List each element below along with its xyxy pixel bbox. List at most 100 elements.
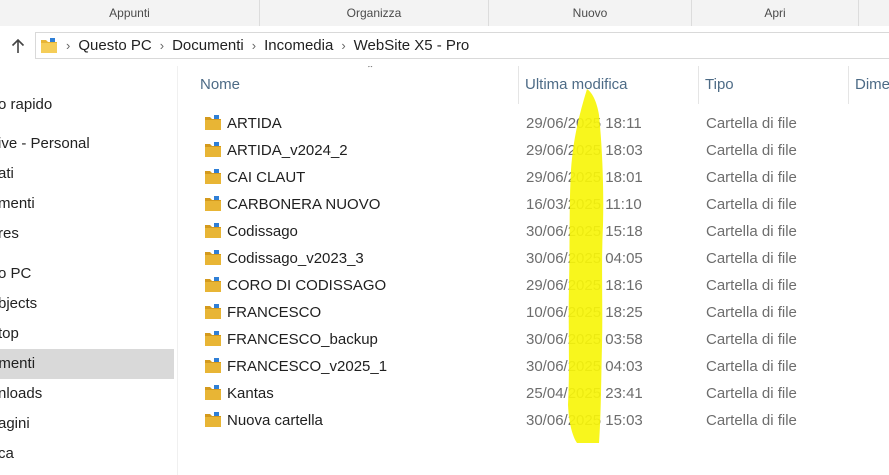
table-row[interactable]: Nuova cartella 30/06/2025 15:03 Cartella d… [177, 407, 889, 434]
breadcrumb-separator[interactable]: › [248, 38, 260, 53]
folder-icon [205, 142, 221, 157]
column-header-size[interactable]: Dime [849, 66, 889, 104]
breadcrumb-documenti[interactable]: Documenti [168, 37, 248, 54]
sidebar-item-accesso-rapido[interactable]: o rapido [0, 90, 174, 120]
ribbon-group-labels: Appunti Organizza Nuovo Apri [0, 0, 889, 27]
file-modified: 29/06/2025 18:11 [526, 115, 642, 132]
file-modified: 29/06/2025 18:01 [526, 169, 643, 186]
breadcrumb-separator[interactable]: › [337, 38, 349, 53]
sidebar-item-immagini[interactable]: agini [0, 409, 174, 439]
file-list: Nome ⌃ Ultima modifica Tipo Dime ARTIDA 2… [177, 66, 889, 475]
breadcrumb-incomedia[interactable]: Incomedia [260, 37, 337, 54]
sidebar-item-musica[interactable]: ca [0, 439, 174, 469]
sidebar-item-label: bjects [0, 295, 38, 312]
file-modified: 30/06/2025 15:03 [526, 412, 643, 429]
table-row[interactable]: ARTIDA_v2024_2 29/06/2025 18:03 Cartella d… [177, 137, 889, 164]
file-modified: 16/03/2025 11:10 [526, 196, 642, 213]
file-modified: 25/04/2025 23:41 [526, 385, 643, 402]
sidebar-item-label: o rapido [0, 96, 53, 113]
folder-icon [205, 250, 221, 265]
breadcrumb-website-x5-pro[interactable]: WebSite X5 - Pro [350, 37, 474, 54]
sidebar-item-label: res [0, 225, 19, 242]
column-header-name[interactable]: Nome ⌃ [194, 66, 519, 104]
file-type: Cartella di file [706, 385, 797, 402]
sidebar-item-downloads[interactable]: nloads [0, 379, 174, 409]
sidebar-item-label: top [0, 325, 19, 342]
breadcrumb-separator[interactable]: › [62, 38, 74, 53]
folder-icon [41, 38, 57, 53]
sidebar-item-3d-objects[interactable]: bjects [0, 289, 174, 319]
sidebar-item-questo-pc[interactable]: o PC [0, 259, 174, 289]
sidebar-item-label: nloads [0, 385, 43, 402]
sidebar-item-label: umenti [0, 355, 36, 372]
up-arrow-icon[interactable] [8, 36, 28, 56]
breadcrumb-questo-pc[interactable]: Questo PC [74, 37, 155, 54]
file-modified: 30/06/2025 15:18 [526, 223, 643, 240]
file-name: CAI CLAUT [227, 169, 306, 186]
column-header-type[interactable]: Tipo [699, 66, 849, 104]
breadcrumb-separator[interactable]: › [156, 38, 168, 53]
file-name: Codissago_v2023_3 [227, 250, 364, 267]
navigation-pane: o rapido ive - Personal ati menti res o … [0, 66, 178, 475]
sidebar-item-label: ca [0, 445, 14, 462]
table-row[interactable]: FRANCESCO 10/06/2025 18:25 Cartella di fil… [177, 299, 889, 326]
sidebar-item-documenti-onedrive[interactable]: menti [0, 189, 174, 219]
file-type: Cartella di file [706, 412, 797, 429]
folder-icon [205, 385, 221, 400]
table-row[interactable]: Codissago_v2023_3 30/06/2025 04:05 Cartell… [177, 245, 889, 272]
table-row[interactable]: FRANCESCO_backup 30/06/2025 03:58 Cartella… [177, 326, 889, 353]
folder-icon [205, 196, 221, 211]
file-name: Nuova cartella [227, 412, 323, 429]
ribbon-group-appunti[interactable]: Appunti [0, 0, 260, 26]
table-row[interactable]: CARBONERA NUOVO 16/03/2025 11:10 Cartella … [177, 191, 889, 218]
sidebar-item-pictures[interactable]: res [0, 219, 174, 249]
column-header-label: Nome [200, 76, 241, 93]
file-name: ARTIDA [227, 115, 282, 132]
file-name: CORO DI CODISSAGO [227, 277, 387, 294]
folder-icon [205, 412, 221, 427]
table-row[interactable]: Kantas 25/04/2025 23:41 Cartella di file [177, 380, 889, 407]
file-name: Kantas [227, 385, 274, 402]
table-row[interactable]: Codissago 30/06/2025 15:18 Cartella di fil… [177, 218, 889, 245]
file-type: Cartella di file [706, 277, 797, 294]
file-type: Cartella di file [706, 331, 797, 348]
sidebar-item-label: menti [0, 195, 35, 212]
sidebar-item-label: ati [0, 165, 14, 182]
table-row[interactable]: FRANCESCO_v2025_1 30/06/2025 04:03 Cartell… [177, 353, 889, 380]
breadcrumb: › Questo PC › Documenti › Incomedia › We… [62, 33, 473, 58]
sidebar-item-label: o PC [0, 265, 32, 282]
file-type: Cartella di file [706, 169, 797, 186]
sort-ascending-icon: ⌃ [366, 66, 375, 75]
file-name: FRANCESCO [227, 304, 322, 321]
folder-icon [205, 331, 221, 346]
address-bar[interactable]: › Questo PC › Documenti › Incomedia › We… [35, 32, 889, 59]
table-row[interactable]: CORO DI CODISSAGO 29/06/2025 18:16 Cartell… [177, 272, 889, 299]
column-header-modified[interactable]: Ultima modifica [519, 66, 699, 104]
sidebar-item-allegati[interactable]: ati [0, 159, 174, 189]
sidebar-item-onedrive[interactable]: ive - Personal [0, 129, 174, 159]
sidebar-item-label: ive - Personal [0, 135, 90, 152]
file-type: Cartella di file [706, 223, 797, 240]
file-type: Cartella di file [706, 304, 797, 321]
file-name: FRANCESCO_v2025_1 [227, 358, 388, 375]
file-name: ARTIDA_v2024_2 [227, 142, 348, 159]
table-row[interactable]: CAI CLAUT 29/06/2025 18:01 Cartella di fil… [177, 164, 889, 191]
folder-icon [205, 115, 221, 130]
file-type: Cartella di file [706, 358, 797, 375]
sidebar-item-documenti[interactable]: umenti [0, 349, 174, 379]
sidebar-item-desktop[interactable]: top [0, 319, 174, 349]
file-name: CARBONERA NUOVO [227, 196, 381, 213]
file-name: FRANCESCO_backup [227, 331, 378, 348]
ribbon-group-organizza[interactable]: Organizza [260, 0, 489, 26]
file-modified: 30/06/2025 04:03 [526, 358, 643, 375]
ribbon-group-nuovo[interactable]: Nuovo [489, 0, 692, 26]
folder-icon [205, 358, 221, 373]
address-bar-row: › Questo PC › Documenti › Incomedia › We… [0, 26, 889, 66]
sidebar-item-label: agini [0, 415, 30, 432]
folder-icon [205, 304, 221, 319]
ribbon-group-apri[interactable]: Apri [692, 0, 859, 26]
file-modified: 29/06/2025 18:03 [526, 142, 643, 159]
file-type: Cartella di file [706, 115, 797, 132]
table-row[interactable]: ARTIDA 29/06/2025 18:11 Cartella di file [177, 110, 889, 137]
file-type: Cartella di file [706, 196, 797, 213]
